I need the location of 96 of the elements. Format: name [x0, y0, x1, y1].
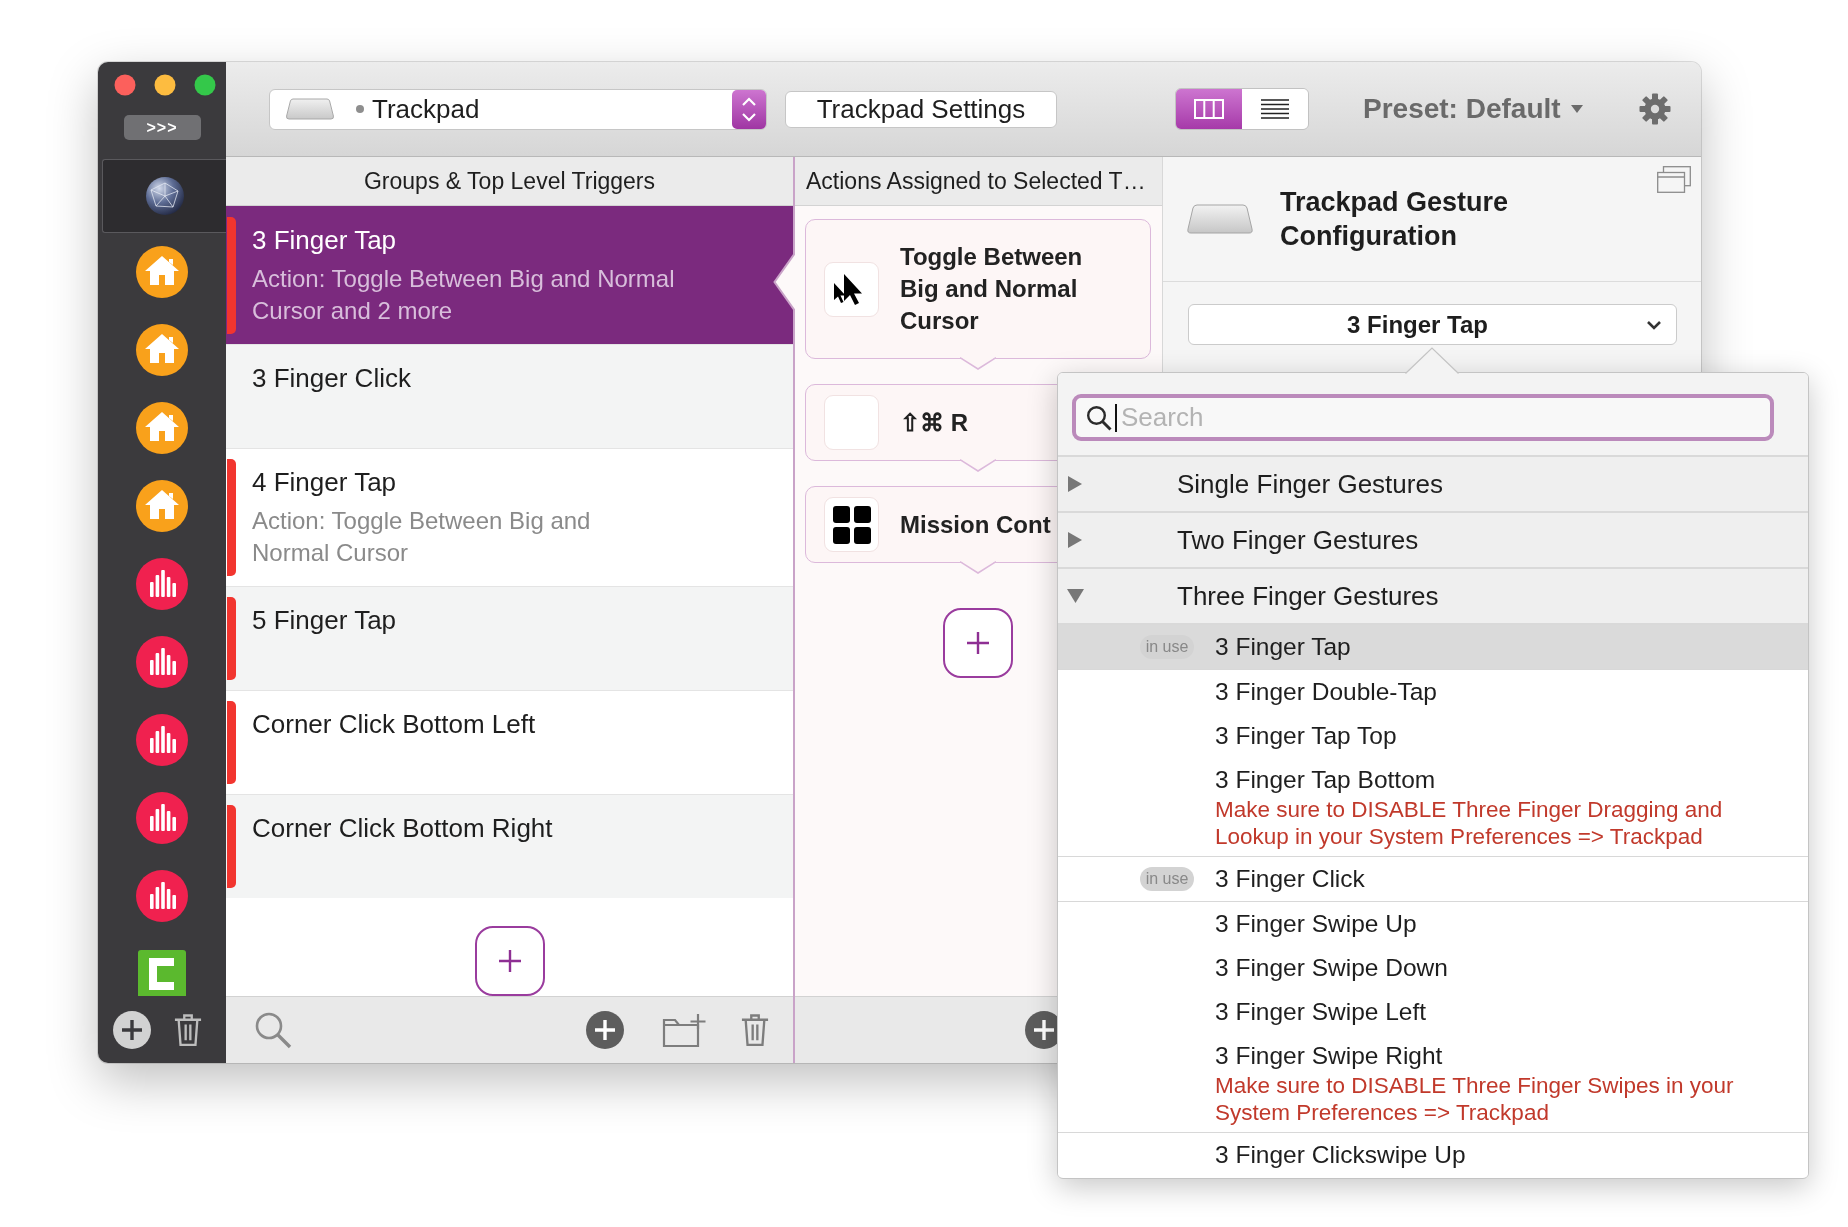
gesture-item[interactable]: in use 3 Finger Tap	[1058, 625, 1808, 670]
equalizer-icon	[136, 792, 188, 844]
text-caret-icon	[1115, 403, 1117, 432]
plus-icon	[966, 631, 990, 655]
search-icon[interactable]	[254, 1011, 292, 1049]
trigger-title: 3 Finger Click	[252, 363, 411, 393]
column-header: Actions Assigned to Selected T…	[795, 157, 1162, 206]
trigger-title: 3 Finger Tap	[252, 225, 398, 255]
add-circle-icon[interactable]	[112, 1009, 152, 1050]
sidebar-toggle-button[interactable]: >>>	[123, 115, 201, 140]
sidebar-item[interactable]	[136, 714, 188, 766]
in-use-label: in use	[1140, 867, 1194, 891]
add-circle-icon[interactable]	[585, 1010, 625, 1050]
add-trigger-button[interactable]	[474, 926, 545, 996]
sidebar-item[interactable]	[136, 324, 188, 376]
card-tail-icon	[960, 459, 996, 472]
sidebar-item[interactable]	[136, 636, 188, 688]
chevron-down-icon	[1646, 319, 1662, 330]
configuration-title: Trackpad Gesture Configuration	[1280, 186, 1510, 253]
trackpad-icon	[1187, 204, 1253, 234]
gesture-item[interactable]: 3 Finger Swipe Down	[1058, 946, 1808, 990]
dot-icon	[356, 105, 364, 113]
gesture-item[interactable]: 3 Finger Tap Top	[1058, 714, 1808, 758]
gesture-item[interactable]: 3 Finger Swipe Left	[1058, 990, 1808, 1034]
trigger-row[interactable]: 3 Finger Tap Action: Toggle Between Big and Normal Cursor and 2 more	[226, 206, 793, 344]
gesture-item[interactable]: 3 Finger Double-Tap	[1058, 670, 1808, 714]
gesture-item[interactable]: 3 Finger Tap Bottom Make sure to DISABLE Three Finger Dragging and Lookup in your System Preferences => Trackpad	[1058, 758, 1808, 857]
grid-icon	[824, 497, 879, 552]
trackpad-settings-button[interactable]: Trackpad Settings	[785, 90, 1057, 128]
card-tail-icon	[960, 561, 996, 574]
preset-menu[interactable]: Preset: Default	[1363, 93, 1583, 125]
house-icon	[136, 402, 188, 454]
plus-icon	[497, 949, 522, 973]
gesture-group[interactable]: Two Finger Gestures	[1058, 513, 1808, 569]
zoom-window-icon[interactable]	[194, 74, 216, 96]
disclosure-triangle-icon[interactable]	[1067, 476, 1084, 492]
gesture-group[interactable]: Three Finger Gestures	[1058, 569, 1808, 625]
trigger-row[interactable]: Corner Click Bottom Right	[226, 794, 793, 898]
cursor-icon	[824, 261, 879, 317]
add-action-button[interactable]	[943, 608, 1013, 678]
sidebar-item[interactable]	[136, 792, 188, 844]
gesture-group[interactable]: Single Finger Gestures	[1058, 457, 1808, 513]
trigger-action-summary: Action: Toggle Between Big and Normal Cursor	[252, 506, 591, 568]
trash-icon[interactable]	[741, 1013, 769, 1047]
caret-icon	[1570, 105, 1583, 113]
view-mode-segment[interactable]	[1242, 89, 1308, 129]
column-header: Groups & Top Level Triggers	[226, 157, 793, 206]
warning-note: Make sure to DISABLE Three Finger Swipes in your System Preferences => Trackpad	[1215, 1072, 1735, 1127]
in-use-label: in use	[1140, 635, 1194, 659]
up-down-chevron-icon	[732, 89, 766, 129]
trigger-row[interactable]: 3 Finger Click	[226, 344, 793, 448]
trigger-title: Corner Click Bottom Left	[252, 709, 536, 739]
sidebar-item[interactable]	[136, 402, 188, 454]
globe-icon	[144, 176, 185, 216]
trigger-title: 5 Finger Tap	[252, 605, 397, 635]
device-dropdown[interactable]: Trackpad	[269, 88, 767, 130]
equalizer-icon	[136, 714, 188, 766]
windows-icon[interactable]	[1657, 166, 1691, 193]
trigger-title: 4 Finger Tap	[252, 467, 398, 497]
sidebar-item[interactable]	[136, 870, 188, 922]
equalizer-icon	[136, 558, 188, 610]
sidebar-item[interactable]	[136, 480, 188, 532]
house-icon	[136, 246, 188, 298]
trackpad-icon	[286, 98, 334, 120]
columns-icon	[1194, 99, 1224, 119]
disclosure-triangle-icon[interactable]	[1067, 532, 1084, 548]
close-window-icon[interactable]	[114, 74, 136, 96]
action-card[interactable]: Toggle Between Big and Normal Cursor	[805, 219, 1151, 359]
gesture-item[interactable]: in use 3 Finger Click	[1058, 857, 1808, 902]
gesture-item[interactable]: 3 Finger Swipe Up	[1058, 902, 1808, 946]
minimize-window-icon[interactable]	[154, 74, 176, 96]
sidebar-item[interactable]	[136, 558, 188, 610]
card-tail-icon	[960, 357, 996, 370]
house-icon	[136, 324, 188, 376]
bracket-logo-icon	[136, 948, 188, 996]
warning-note: Make sure to DISABLE Three Finger Dragging and Lookup in your System Preferences => Trackpad	[1215, 796, 1724, 851]
house-icon	[136, 480, 188, 532]
list-icon	[1261, 99, 1289, 119]
equalizer-icon	[136, 870, 188, 922]
equalizer-icon	[136, 636, 188, 688]
gesture-item[interactable]: 3 Finger Swipe Right Make sure to DISABLE Three Finger Swipes in your System Preferences => Trackpad	[1058, 1034, 1808, 1133]
trash-icon[interactable]	[174, 1012, 202, 1047]
gesture-item[interactable]: 3 Finger Clickswipe Up	[1058, 1133, 1808, 1177]
trigger-row[interactable]: 5 Finger Tap	[226, 586, 793, 690]
sidebar-item[interactable]	[136, 246, 188, 298]
trigger-action-summary: Action: Toggle Between Big and Normal Cursor and 2 more	[252, 264, 675, 326]
trigger-title: Corner Click Bottom Right	[252, 813, 553, 843]
empty-tile-icon	[824, 395, 879, 450]
disclosure-triangle-icon[interactable]	[1067, 588, 1084, 604]
settings-icon[interactable]	[1639, 93, 1671, 125]
search-field[interactable]: Search	[1072, 394, 1774, 441]
sidebar-item[interactable]	[136, 948, 188, 996]
new-folder-icon[interactable]	[662, 1012, 706, 1048]
search-icon	[1086, 404, 1112, 431]
gesture-dropdown[interactable]: 3 Finger Tap	[1188, 304, 1677, 345]
sidebar-item[interactable]	[102, 159, 226, 233]
